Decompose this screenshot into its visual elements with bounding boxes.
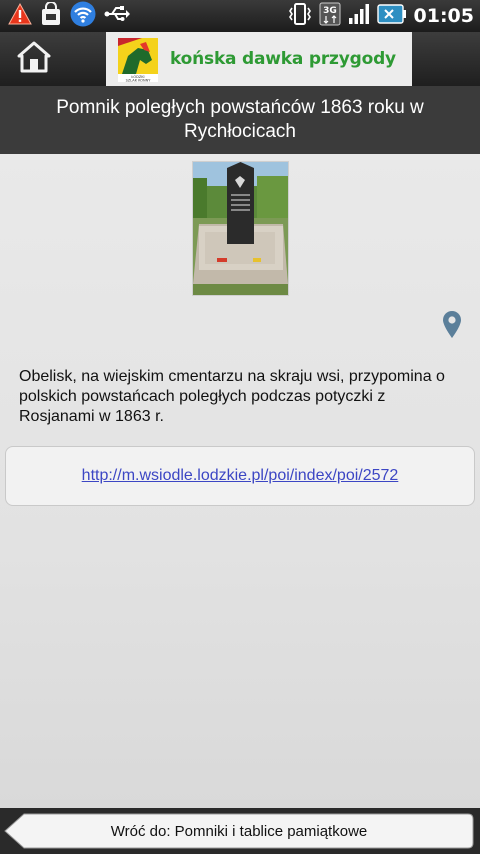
back-button[interactable]: Wróć do: Pomniki i tablice pamiątkowe — [4, 813, 474, 849]
poi-link-box[interactable]: http://m.wsiodle.lodzkie.pl/poi/index/po… — [5, 446, 475, 506]
monument-photo[interactable] — [192, 161, 289, 296]
warning-icon — [8, 2, 32, 30]
map-pin-icon[interactable] — [441, 309, 463, 339]
home-icon — [17, 41, 51, 78]
title-bar: Pomnik poległych powstańców 1863 roku w … — [0, 86, 480, 154]
content-area: Obelisk, na wiejskim cmentarzu na skraju… — [0, 154, 480, 808]
horse-logo-icon: ŁÓDZKI SZLAK KONNY — [118, 38, 158, 83]
usb-icon — [104, 4, 130, 29]
shopping-bag-icon — [40, 0, 62, 31]
brand-slogan: końska dawka przygody — [170, 49, 396, 69]
home-button[interactable] — [0, 32, 68, 86]
signal-icon — [348, 3, 370, 30]
svg-text:SZLAK KONNY: SZLAK KONNY — [126, 79, 152, 82]
clock: 01:05 — [413, 5, 474, 27]
poi-link[interactable]: http://m.wsiodle.lodzkie.pl/poi/index/po… — [82, 467, 399, 485]
svg-text:3G: 3G — [323, 6, 337, 16]
app-header: ŁÓDZKI SZLAK KONNY końska dawka przygody — [0, 32, 480, 86]
battery-icon — [376, 3, 407, 30]
brand-banner[interactable]: ŁÓDZKI SZLAK KONNY końska dawka przygody — [106, 32, 412, 86]
poi-description: Obelisk, na wiejskim cmentarzu na skraju… — [19, 368, 445, 425]
page-title: Pomnik poległych powstańców 1863 roku w … — [56, 97, 424, 142]
status-bar: 3G 01:05 — [0, 0, 480, 32]
vibrate-icon — [288, 2, 312, 30]
3g-icon: 3G — [319, 2, 341, 31]
wifi-icon — [70, 1, 96, 32]
back-button-label: Wróć do: Pomniki i tablice pamiątkowe — [110, 822, 368, 840]
bottom-bar: Wróć do: Pomniki i tablice pamiątkowe — [0, 808, 480, 854]
